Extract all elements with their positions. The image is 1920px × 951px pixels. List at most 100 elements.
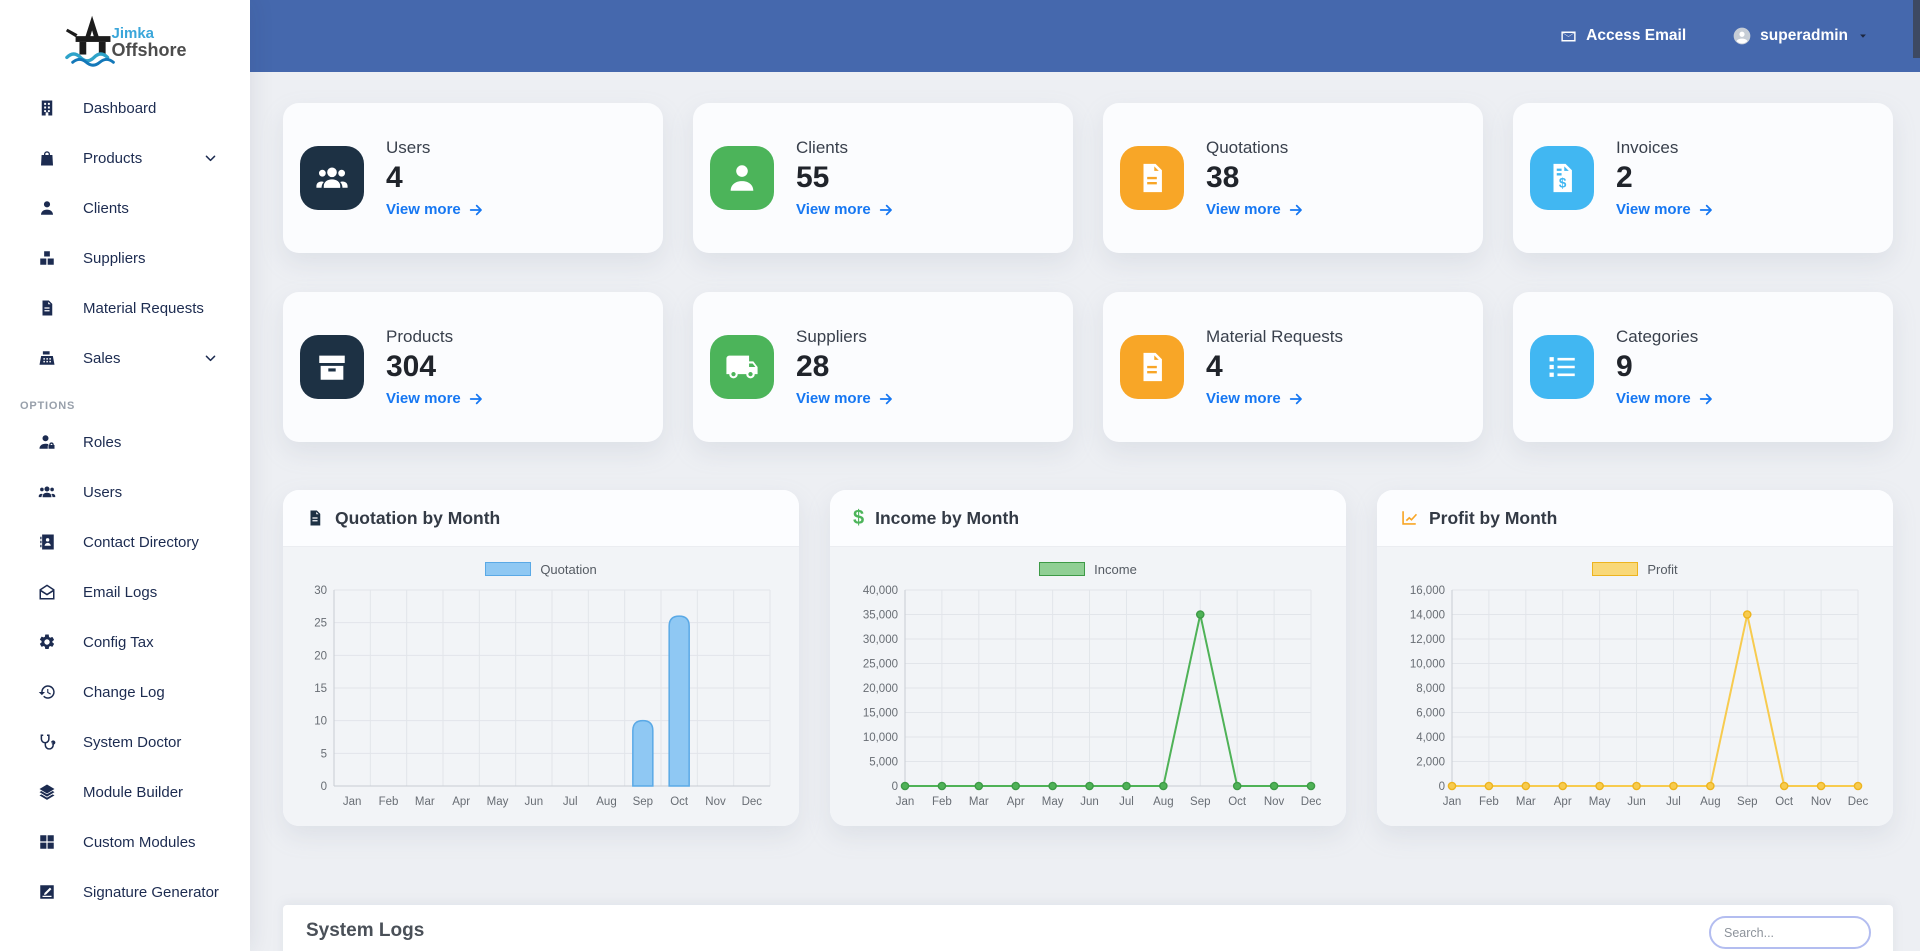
stat-card-quotations: Quotations 38 View more	[1103, 103, 1483, 253]
svg-text:Apr: Apr	[1554, 796, 1572, 808]
sidebar-item-dashboard[interactable]: Dashboard	[0, 83, 250, 133]
search-input[interactable]	[1709, 916, 1871, 949]
svg-text:Nov: Nov	[705, 796, 726, 808]
sidebar-section-label: OPTIONS	[20, 400, 250, 412]
system-logs-panel: System Logs	[283, 905, 1893, 951]
sidebar-item-products[interactable]: Products	[0, 133, 250, 183]
cash-register-icon	[38, 349, 56, 367]
user-menu[interactable]: superadmin	[1732, 26, 1870, 46]
scrollbar-thumb[interactable]	[1913, 0, 1920, 58]
stat-card-title: Quotations	[1206, 138, 1304, 158]
view-more-label: View more	[1206, 201, 1281, 218]
view-more-link[interactable]: View more	[1206, 201, 1304, 218]
view-more-link[interactable]: View more	[1616, 390, 1714, 407]
sidebar-item-material-requests[interactable]: Material Requests	[0, 283, 250, 333]
sidebar-item-signature-generator[interactable]: Signature Generator	[0, 867, 250, 917]
logo[interactable]: Jimka Offshore	[0, 0, 250, 75]
view-more-label: View more	[1206, 390, 1281, 407]
svg-text:2,000: 2,000	[1416, 757, 1445, 769]
svg-text:Oct: Oct	[1775, 796, 1794, 808]
file-lines-icon	[1120, 146, 1184, 210]
sidebar-item-label: Contact Directory	[83, 534, 199, 551]
chart-card-profit-by-month: Profit by Month Profit 02,0004,0006,0008…	[1377, 490, 1893, 826]
sidebar-item-roles[interactable]: Roles	[0, 417, 250, 467]
svg-text:Mar: Mar	[415, 796, 435, 808]
svg-text:15: 15	[314, 683, 327, 695]
chart-line-icon	[1400, 509, 1418, 527]
svg-text:0: 0	[321, 781, 327, 793]
view-more-link[interactable]: View more	[796, 201, 894, 218]
chart-title: Quotation by Month	[335, 508, 500, 529]
stat-card-title: Clients	[796, 138, 894, 158]
topbar: Access Email superadmin	[250, 0, 1920, 72]
stat-card-value: 28	[796, 350, 894, 384]
view-more-label: View more	[386, 390, 461, 407]
view-more-link[interactable]: View more	[1206, 390, 1343, 407]
svg-text:16,000: 16,000	[1410, 585, 1445, 597]
sidebar-item-suppliers[interactable]: Suppliers	[0, 233, 250, 283]
stat-card-value: 55	[796, 161, 894, 195]
svg-text:Jan: Jan	[1443, 796, 1462, 808]
sidebar-item-sales[interactable]: Sales	[0, 333, 250, 383]
view-more-link[interactable]: View more	[796, 390, 894, 407]
svg-text:25,000: 25,000	[863, 659, 898, 671]
sidebar-item-users[interactable]: Users	[0, 467, 250, 517]
arrow-right-icon	[1698, 202, 1714, 218]
svg-text:15,000: 15,000	[863, 708, 898, 720]
view-more-label: View more	[796, 390, 871, 407]
stat-card-title: Suppliers	[796, 327, 894, 347]
grid-icon	[38, 833, 56, 851]
sidebar-item-label: Sales	[83, 350, 121, 367]
stat-card-invoices: $ Invoices 2 View more	[1513, 103, 1893, 253]
svg-text:$: $	[1559, 176, 1567, 191]
address-book-icon	[38, 533, 56, 551]
stat-card-categories: Categories 9 View more	[1513, 292, 1893, 442]
svg-text:Jul: Jul	[1119, 796, 1134, 808]
svg-text:10,000: 10,000	[863, 732, 898, 744]
sidebar-item-clients[interactable]: Clients	[0, 183, 250, 233]
view-more-link[interactable]: View more	[386, 201, 484, 218]
access-email-button[interactable]: Access Email	[1560, 27, 1686, 45]
person-icon	[38, 199, 56, 217]
sidebar-item-config-tax[interactable]: Config Tax	[0, 617, 250, 667]
view-more-link[interactable]: View more	[386, 390, 484, 407]
svg-text:Aug: Aug	[596, 796, 616, 808]
chart-body: Income 05,00010,00015,00020,00025,00030,…	[830, 547, 1346, 826]
svg-text:Apr: Apr	[1007, 796, 1025, 808]
stat-card-value: 304	[386, 350, 484, 384]
stat-card-value: 38	[1206, 161, 1304, 195]
sidebar-item-label: Roles	[83, 434, 121, 451]
arrow-right-icon	[1288, 391, 1304, 407]
svg-text:Aug: Aug	[1700, 796, 1720, 808]
svg-text:Dec: Dec	[1848, 796, 1869, 808]
charts-grid: Quotation by Month Quotation 05101520253…	[283, 490, 1893, 826]
users-group-icon	[38, 483, 56, 501]
chart-legend: Profit	[1377, 560, 1893, 578]
sidebar-item-module-builder[interactable]: Module Builder	[0, 767, 250, 817]
sidebar-item-email-logs[interactable]: Email Logs	[0, 567, 250, 617]
svg-text:Jun: Jun	[525, 796, 544, 808]
sidebar-item-contact-directory[interactable]: Contact Directory	[0, 517, 250, 567]
svg-text:Dec: Dec	[1301, 796, 1322, 808]
svg-text:30: 30	[314, 585, 327, 597]
sidebar-item-change-log[interactable]: Change Log	[0, 667, 250, 717]
view-more-link[interactable]: View more	[1616, 201, 1714, 218]
stat-card-value: 2	[1616, 161, 1714, 195]
sidebar-item-custom-modules[interactable]: Custom Modules	[0, 817, 250, 867]
svg-text:40,000: 40,000	[863, 585, 898, 597]
sidebar-item-label: Products	[83, 150, 142, 167]
svg-text:Feb: Feb	[1479, 796, 1499, 808]
stat-card-products: Products 304 View more	[283, 292, 663, 442]
stat-card-title: Users	[386, 138, 484, 158]
svg-text:Mar: Mar	[969, 796, 989, 808]
legend-label: Quotation	[540, 562, 596, 577]
sidebar-item-label: Module Builder	[83, 784, 183, 801]
svg-text:Mar: Mar	[1516, 796, 1536, 808]
sidebar-item-system-doctor[interactable]: System Doctor	[0, 717, 250, 767]
svg-text:14,000: 14,000	[1410, 610, 1445, 622]
svg-text:5: 5	[321, 748, 327, 760]
file-icon	[306, 509, 324, 527]
sidebar-menu: Dashboard Products Clients Suppliers Mat…	[0, 83, 250, 917]
svg-text:Feb: Feb	[932, 796, 952, 808]
svg-text:Jan: Jan	[896, 796, 915, 808]
